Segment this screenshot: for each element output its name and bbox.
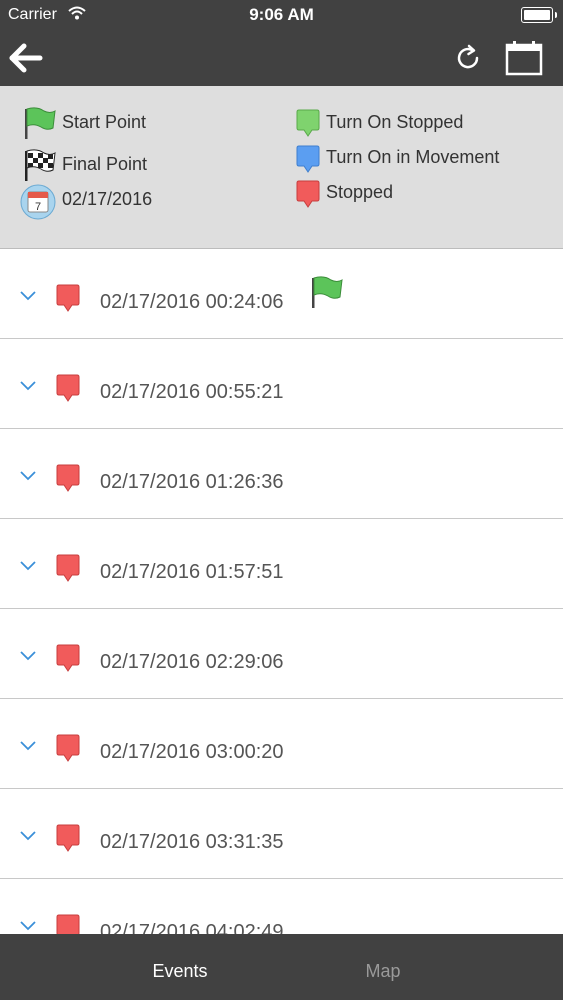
legend-date-label: 02/17/2016 xyxy=(62,189,153,209)
event-marker-icon xyxy=(56,284,80,312)
legend-stopped-label: Stopped xyxy=(326,182,394,202)
event-marker-icon xyxy=(56,374,80,402)
event-row[interactable]: 02/17/2016 01:57:51 xyxy=(0,519,563,609)
calendar-date-icon: 7 xyxy=(20,184,56,220)
back-arrow-icon[interactable] xyxy=(8,42,44,74)
event-list[interactable]: 02/17/2016 00:24:06 02/17/2016 00:55:21 02… xyxy=(0,249,563,934)
event-row[interactable]: 02/17/2016 03:31:35 xyxy=(0,789,563,879)
green-flag-icon xyxy=(25,107,56,139)
event-timestamp: 02/17/2016 00:55:21 xyxy=(100,381,284,403)
tab-map[interactable]: Map xyxy=(283,961,483,982)
event-row[interactable]: 02/17/2016 03:00:20 xyxy=(0,699,563,789)
legend-final-point-label: Final Point xyxy=(62,154,148,174)
chevron-down-icon[interactable] xyxy=(20,471,36,481)
chevron-down-icon[interactable] xyxy=(20,561,36,571)
event-row[interactable]: 02/17/2016 01:26:36 xyxy=(0,429,563,519)
checkered-flag-icon xyxy=(25,149,56,181)
event-timestamp: 02/17/2016 02:29:06 xyxy=(100,651,284,673)
event-timestamp: 02/17/2016 00:24:06 xyxy=(100,291,284,313)
nav-bar xyxy=(0,30,563,86)
legend-start-point-label: Start Point xyxy=(62,112,147,132)
refresh-icon[interactable] xyxy=(452,42,484,74)
event-timestamp: 02/17/2016 03:31:35 xyxy=(100,831,284,853)
green-marker-icon xyxy=(296,109,320,137)
tab-bar: Events Map xyxy=(0,934,563,1000)
event-timestamp: 02/17/2016 03:00:20 xyxy=(100,741,284,763)
chevron-down-icon[interactable] xyxy=(20,291,36,301)
legend-panel: Start Point Final Point 7 02/17/2016 Tur… xyxy=(0,86,563,249)
event-timestamp: 02/17/2016 04:02:49 xyxy=(100,921,284,934)
blue-marker-icon xyxy=(296,145,320,173)
event-marker-icon xyxy=(56,644,80,672)
event-row[interactable]: 02/17/2016 00:24:06 xyxy=(0,249,563,339)
event-row[interactable]: 02/17/2016 02:29:06 xyxy=(0,609,563,699)
chevron-down-icon[interactable] xyxy=(20,651,36,661)
event-timestamp: 02/17/2016 01:57:51 xyxy=(100,561,284,583)
chevron-down-icon[interactable] xyxy=(20,381,36,391)
battery-icon xyxy=(521,7,557,23)
legend-turn-on-stopped-label: Turn On Stopped xyxy=(326,112,464,132)
status-bar: Carrier 9:06 AM xyxy=(0,0,563,30)
tab-events[interactable]: Events xyxy=(80,961,280,982)
red-marker-icon xyxy=(296,180,320,208)
event-marker-icon xyxy=(56,554,80,582)
event-timestamp: 02/17/2016 01:26:36 xyxy=(100,471,284,493)
chevron-down-icon[interactable] xyxy=(20,741,36,751)
event-row[interactable]: 02/17/2016 00:55:21 xyxy=(0,339,563,429)
event-row[interactable]: 02/17/2016 04:02:49 xyxy=(0,879,563,934)
calendar-day-number: 7 xyxy=(35,201,41,213)
event-marker-icon xyxy=(56,824,80,852)
event-marker-icon xyxy=(56,464,80,492)
calendar-icon[interactable] xyxy=(505,40,543,76)
event-marker-icon xyxy=(56,914,80,934)
legend-turn-on-in-movement-label: Turn On in Movement xyxy=(326,147,500,167)
chevron-down-icon[interactable] xyxy=(20,921,36,931)
status-time: 9:06 AM xyxy=(249,5,314,24)
start-flag-icon xyxy=(312,276,343,308)
chevron-down-icon[interactable] xyxy=(20,831,36,841)
event-marker-icon xyxy=(56,734,80,762)
